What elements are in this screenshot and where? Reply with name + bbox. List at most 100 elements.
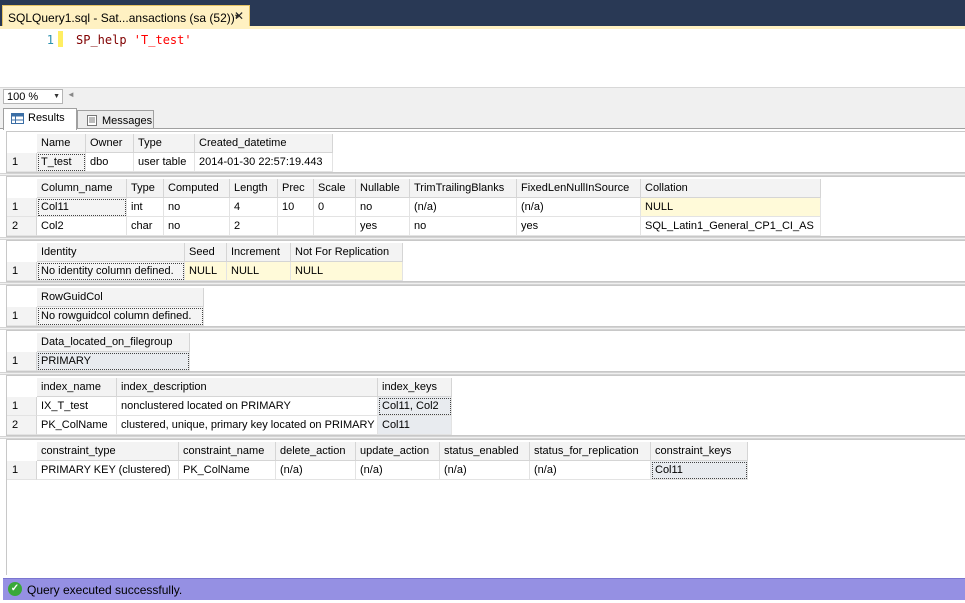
results-grid[interactable]: Column_name Type Computed Length Prec Sc… xyxy=(6,176,965,237)
grid-cell[interactable]: 0 xyxy=(314,198,356,217)
grid-cell[interactable]: Col11, Col2 xyxy=(378,397,452,416)
column-header[interactable]: index_keys xyxy=(378,378,452,397)
code-keyword: SP_help xyxy=(76,33,134,47)
close-icon[interactable]: ✕ xyxy=(233,10,245,22)
grid-cell[interactable]: int xyxy=(127,198,164,217)
results-grid[interactable]: Name Owner Type Created_datetime 1 T_tes… xyxy=(6,131,965,173)
grid-cell[interactable]: NULL xyxy=(641,198,821,217)
grid-cell[interactable]: yes xyxy=(517,217,641,236)
grid-cell[interactable]: 4 xyxy=(230,198,278,217)
scroll-left-icon[interactable]: ◄ xyxy=(67,90,75,99)
grid-cell[interactable]: nonclustered located on PRIMARY xyxy=(117,397,378,416)
grid-cell[interactable]: PK_ColName xyxy=(179,461,276,480)
column-header[interactable]: Type xyxy=(127,179,164,198)
grid-cell[interactable] xyxy=(314,217,356,236)
column-header[interactable]: index_name xyxy=(37,378,117,397)
grid-cell[interactable]: No rowguidcol column defined. xyxy=(37,307,204,326)
row-number[interactable]: 2 xyxy=(7,217,37,236)
grid-cell[interactable]: NULL xyxy=(227,262,291,281)
grid-cell[interactable]: char xyxy=(127,217,164,236)
grid-cell[interactable]: no xyxy=(410,217,517,236)
tab-messages[interactable]: Messages xyxy=(77,110,154,129)
column-header[interactable]: Column_name xyxy=(37,179,127,198)
column-header[interactable]: Name xyxy=(37,134,86,153)
code-line[interactable]: SP_help 'T_test' xyxy=(76,33,192,47)
column-header[interactable]: Seed xyxy=(185,243,227,262)
column-header[interactable]: Prec xyxy=(278,179,314,198)
column-header[interactable]: delete_action xyxy=(276,442,356,461)
row-number[interactable]: 1 xyxy=(7,397,37,416)
grid-cell[interactable]: 2 xyxy=(230,217,278,236)
results-grid[interactable]: constraint_type constraint_name delete_a… xyxy=(6,439,965,576)
column-header[interactable]: FixedLenNullInSource xyxy=(517,179,641,198)
column-header[interactable]: constraint_type xyxy=(37,442,179,461)
grid-cell[interactable]: Col11 xyxy=(651,461,748,480)
column-header[interactable]: Computed xyxy=(164,179,230,198)
column-header[interactable]: index_description xyxy=(117,378,378,397)
grid-cell[interactable]: Col11 xyxy=(37,198,127,217)
grid-cell[interactable]: SQL_Latin1_General_CP1_CI_AS xyxy=(641,217,821,236)
results-grid[interactable]: Identity Seed Increment Not For Replicat… xyxy=(6,240,965,282)
column-header[interactable]: status_for_replication xyxy=(530,442,651,461)
column-header[interactable]: Created_datetime xyxy=(195,134,333,153)
grid-cell[interactable]: (n/a) xyxy=(517,198,641,217)
column-header[interactable]: constraint_name xyxy=(179,442,276,461)
row-number[interactable]: 1 xyxy=(7,461,37,480)
grid-cell[interactable]: 10 xyxy=(278,198,314,217)
column-header[interactable]: Type xyxy=(134,134,195,153)
grid-cell[interactable] xyxy=(278,217,314,236)
results-grid-area[interactable]: Name Owner Type Created_datetime 1 T_tes… xyxy=(0,128,965,576)
row-number[interactable]: 1 xyxy=(7,307,37,326)
column-header[interactable]: Increment xyxy=(227,243,291,262)
grid-cell[interactable]: no xyxy=(164,198,230,217)
grid-cell[interactable]: no xyxy=(164,217,230,236)
chevron-down-icon[interactable]: ▼ xyxy=(53,93,60,100)
column-header[interactable]: Collation xyxy=(641,179,821,198)
row-number[interactable]: 1 xyxy=(7,153,37,172)
grid-cell[interactable]: PK_ColName xyxy=(37,416,117,435)
grid-cell[interactable]: NULL xyxy=(185,262,227,281)
column-header[interactable]: RowGuidCol xyxy=(37,288,204,307)
grid-cell[interactable]: user table xyxy=(134,153,195,172)
tab-results[interactable]: Results xyxy=(3,108,77,130)
row-number[interactable]: 1 xyxy=(7,352,37,371)
column-header[interactable]: constraint_keys xyxy=(651,442,748,461)
grid-cell[interactable]: (n/a) xyxy=(356,461,440,480)
grid-cell[interactable]: 2014-01-30 22:57:19.443 xyxy=(195,153,333,172)
column-header[interactable]: Length xyxy=(230,179,278,198)
document-tab[interactable]: SQLQuery1.sql - Sat...ansactions (sa (52… xyxy=(2,5,250,27)
grid-cell[interactable]: Col11 xyxy=(378,416,452,435)
grid-cell[interactable]: (n/a) xyxy=(530,461,651,480)
column-header[interactable]: Identity xyxy=(37,243,185,262)
grid-cell[interactable]: Col2 xyxy=(37,217,127,236)
grid-cell[interactable]: PRIMARY KEY (clustered) xyxy=(37,461,179,480)
row-number[interactable]: 1 xyxy=(7,262,37,281)
row-number[interactable]: 2 xyxy=(7,416,37,435)
grid-cell[interactable]: (n/a) xyxy=(410,198,517,217)
grid-cell[interactable]: PRIMARY xyxy=(37,352,190,371)
grid-cell[interactable]: (n/a) xyxy=(276,461,356,480)
grid-cell[interactable]: NULL xyxy=(291,262,403,281)
grid-cell[interactable]: yes xyxy=(356,217,410,236)
grid-cell[interactable]: dbo xyxy=(86,153,134,172)
results-grid[interactable]: RowGuidCol 1 No rowguidcol column define… xyxy=(6,285,965,327)
results-grid[interactable]: Data_located_on_filegroup 1 PRIMARY xyxy=(6,330,965,372)
grid-cell[interactable]: clustered, unique, primary key located o… xyxy=(117,416,378,435)
column-header[interactable]: update_action xyxy=(356,442,440,461)
zoom-select[interactable]: 100 % ▼ xyxy=(3,89,63,104)
row-number[interactable]: 1 xyxy=(7,198,37,217)
column-header[interactable]: TrimTrailingBlanks xyxy=(410,179,517,198)
query-editor[interactable]: 1 SP_help 'T_test' xyxy=(0,29,965,87)
grid-cell[interactable]: (n/a) xyxy=(440,461,530,480)
column-header[interactable]: Owner xyxy=(86,134,134,153)
column-header[interactable]: status_enabled xyxy=(440,442,530,461)
grid-cell[interactable]: IX_T_test xyxy=(37,397,117,416)
grid-cell[interactable]: no xyxy=(356,198,410,217)
column-header[interactable]: Data_located_on_filegroup xyxy=(37,333,190,352)
column-header[interactable]: Not For Replication xyxy=(291,243,403,262)
column-header[interactable]: Nullable xyxy=(356,179,410,198)
grid-cell[interactable]: No identity column defined. xyxy=(37,262,185,281)
grid-cell[interactable]: T_test xyxy=(37,153,86,172)
results-grid[interactable]: index_name index_description index_keys … xyxy=(6,375,965,436)
column-header[interactable]: Scale xyxy=(314,179,356,198)
